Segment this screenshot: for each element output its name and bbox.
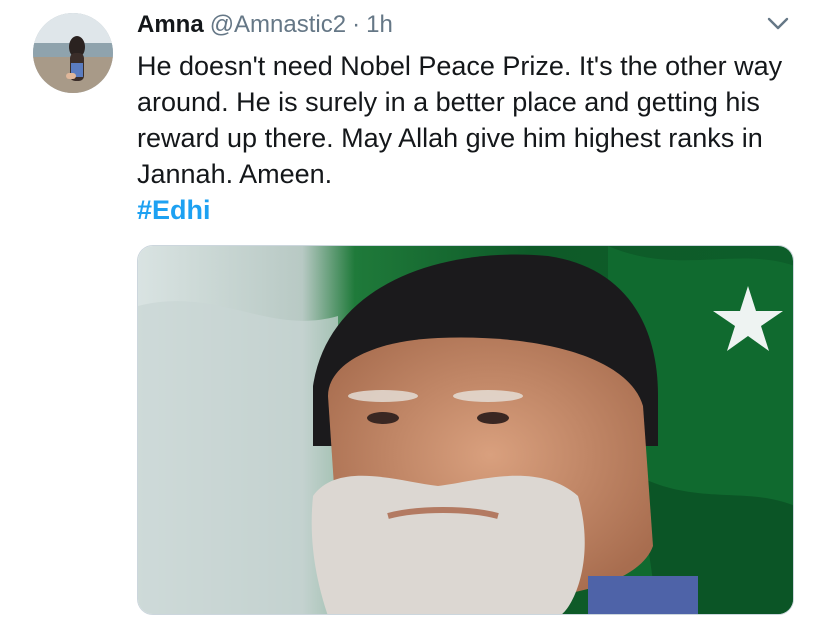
header-separator: ·	[352, 11, 361, 38]
author-name[interactable]: Amna	[137, 11, 204, 38]
chevron-down-icon	[767, 17, 789, 36]
tweet-text: He doesn't need Nobel Peace Prize. It's …	[137, 51, 783, 189]
author-handle[interactable]: @Amnastic2	[210, 11, 346, 38]
tweet-menu-button[interactable]	[762, 14, 794, 38]
author-avatar[interactable]	[33, 13, 113, 93]
tweet-header: Amna @Amnastic2 · 1h	[137, 10, 393, 40]
tweet-timestamp[interactable]: 1h	[366, 11, 393, 38]
hashtag-link[interactable]: #Edhi	[137, 192, 211, 228]
tweet-media-image[interactable]	[137, 245, 794, 615]
